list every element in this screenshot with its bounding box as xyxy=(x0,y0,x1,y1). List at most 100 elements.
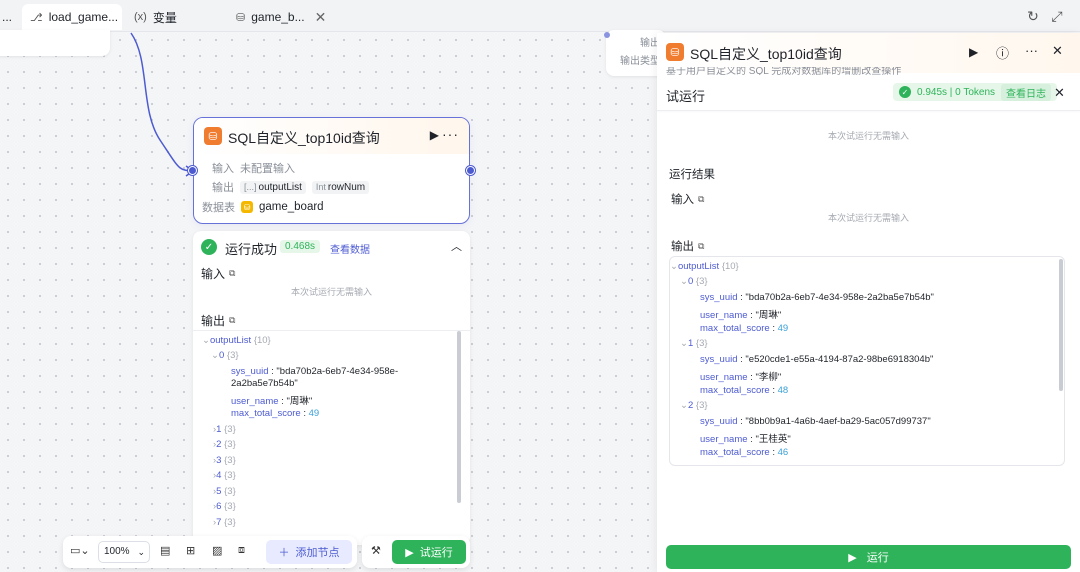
close-icon[interactable]: ✕ xyxy=(1054,85,1065,101)
view-data-link[interactable]: 查看数据 xyxy=(330,241,370,256)
tree-field-user-name: user_name : "周琳" xyxy=(231,396,313,407)
more-icon[interactable]: ··· xyxy=(1025,43,1038,58)
run-status: 运行成功 xyxy=(225,242,278,257)
section-label: 输出 xyxy=(671,241,694,253)
chevron-down-icon: ⌄ xyxy=(211,350,219,361)
run-stat: 0.945s | 0 Tokens xyxy=(917,86,996,98)
canvas-toolbar: ▭⌄ 100% ⌄ ▤ ⊞ ▨ ⧈ ＋ 添加节点 xyxy=(63,536,357,568)
tree-field-max-score: max_total_score : 49 xyxy=(700,323,789,334)
divider xyxy=(193,330,470,331)
copy-icon[interactable]: ⧉ xyxy=(229,268,235,279)
play-icon[interactable]: ▶ xyxy=(969,45,978,59)
tree-key: outputList xyxy=(209,335,252,346)
tree-field-user-name: user_name : "李柳" xyxy=(700,372,782,383)
image-icon[interactable]: ▨ xyxy=(212,544,222,557)
help-icon[interactable]: ⓘ xyxy=(996,43,1009,62)
result-output-section: 输出 ⧉ xyxy=(201,312,235,329)
field-value: "bda70b2a-6eb7-4e34-958e- xyxy=(276,366,399,377)
tree-item-1[interactable]: ›1 {3} xyxy=(213,424,236,435)
tree-field-max-score: max_total_score : 48 xyxy=(700,385,789,396)
tree-item-2[interactable]: ›2 {3} xyxy=(213,439,236,450)
tree-count: {10} xyxy=(253,335,271,346)
add-node-label: 添加节点 xyxy=(295,547,340,559)
test-run-panel: ⛁ SQL自定义_top10id查询 ▶ ⓘ ··· ✕ 基于用户自定义的 SQ… xyxy=(657,33,1080,572)
tree-field-sys-uuid: sys_uuid : "bda70b2a-6eb7-4e34-958e- xyxy=(231,366,399,377)
tree-root[interactable]: ⌄outputList {10} xyxy=(670,261,739,272)
copy-icon[interactable]: ⧉ xyxy=(698,194,704,205)
database-icon: ⛁ xyxy=(204,127,222,145)
field-value: 49 xyxy=(308,408,320,419)
tree-item-4[interactable]: ›4 {3} xyxy=(213,470,236,481)
screenshot-icon[interactable]: ⧈ xyxy=(238,544,245,557)
wrench-icon[interactable]: ⚒ xyxy=(371,544,381,557)
tree-field-sys-uuid: sys_uuid : "e520cde1-e55a-4194-87a2-98be… xyxy=(700,354,934,365)
copy-icon[interactable]: ⧉ xyxy=(698,241,704,252)
tree-root[interactable]: ⌄outputList {10} xyxy=(202,335,271,346)
field-value: "周琳" xyxy=(286,396,313,407)
output-label: 输出 xyxy=(212,182,234,194)
table-icon: ⛁ xyxy=(241,201,253,213)
tree-field-user-name: user_name : "王桂英" xyxy=(700,434,791,445)
duration-badge: 0.468s xyxy=(280,240,321,253)
tree-field-sys-uuid: sys_uuid : "bda70b2a-6eb7-4e34-958e-2a2b… xyxy=(700,292,934,303)
scrollbar[interactable] xyxy=(457,331,461,503)
tree-item-0[interactable]: ⌄0 {3} xyxy=(211,350,239,361)
output-port[interactable] xyxy=(466,166,475,175)
refresh-icon[interactable]: ↻ xyxy=(1024,7,1042,25)
section-label: 输入 xyxy=(671,194,694,206)
node-title: SQL自定义_top10id查询 xyxy=(228,130,380,146)
tree-item-5[interactable]: ›5 {3} xyxy=(213,486,236,497)
tree-field-sys-uuid-cont: 2a2ba5e7b54b" xyxy=(231,378,298,389)
field-value: 2a2ba5e7b54b" xyxy=(231,378,298,389)
sql-node[interactable]: ⛁ SQL自定义_top10id查询 ▶ ··· 输入 未配置输入 输出 [..… xyxy=(188,117,475,224)
run-button[interactable]: ▶ 运行 xyxy=(666,545,1071,569)
check-circle-icon: ✓ xyxy=(899,86,911,98)
plus-icon: ＋ xyxy=(278,547,290,559)
chevron-down-icon: ⌄ xyxy=(202,335,210,346)
panel-title: SQL自定义_top10id查询 xyxy=(690,46,842,62)
output-name: rowNum xyxy=(327,181,366,193)
node-input-row: 输入 未配置输入 xyxy=(212,160,295,176)
scrollbar[interactable] xyxy=(1059,259,1063,391)
run-toolbar: ⚒ ▶ 试运行 xyxy=(362,536,470,568)
table-value: game_board xyxy=(259,201,324,213)
tree-item-1[interactable]: ⌄1 {3} xyxy=(680,338,708,349)
output-type: Int xyxy=(315,182,326,192)
output-chip-outputlist: [...] outputList xyxy=(240,180,306,194)
input-label: 输入 xyxy=(212,163,234,175)
tree-item-2[interactable]: ⌄2 {3} xyxy=(680,400,708,411)
test-run-bar: 试运行 ✓ 0.945s | 0 Tokens 查看日志 ✕ xyxy=(657,75,1080,111)
tree-item-3[interactable]: ›3 {3} xyxy=(213,455,236,466)
input-value: 未配置输入 xyxy=(240,163,295,175)
minimap-icon[interactable]: ▭⌄ xyxy=(70,544,90,557)
input-port[interactable] xyxy=(188,166,197,175)
zoom-select[interactable]: 100% ⌄ xyxy=(98,541,150,563)
chevron-up-icon[interactable]: ︿ xyxy=(451,238,462,254)
more-icon[interactable]: ··· xyxy=(442,126,459,142)
tree-item-7[interactable]: ›7 {3} xyxy=(213,517,236,528)
layout-icon[interactable]: ⊞ xyxy=(186,544,195,557)
tree-field-user-name: user_name : "周琳" xyxy=(700,310,782,321)
copy-icon[interactable]: ⧉ xyxy=(229,315,235,326)
output-name: outputList xyxy=(258,181,302,193)
tree-item-6[interactable]: ›6 {3} xyxy=(213,501,236,512)
run-stat-chip: ✓ 0.945s | 0 Tokens 查看日志 xyxy=(893,83,1058,101)
node-output-row: 输出 [...] outputList Int rowNum xyxy=(212,179,370,195)
panel-input-section: 输入 ⧉ xyxy=(671,191,704,207)
no-input-note: 本次试运行无需输入 xyxy=(827,213,909,223)
run-result-card: ✓ 运行成功 0.468s 查看数据 ︿ 输入 ⧉ 本次试运行无需输入 输出 ⧉… xyxy=(193,231,470,545)
tree-item-0[interactable]: ⌄0 {3} xyxy=(680,276,708,287)
output-json-tree: ⌄outputList {10} ⌄0 {3} sys_uuid : "bda7… xyxy=(669,256,1065,466)
play-icon: ▶ xyxy=(848,551,857,564)
node-table-row: 数据表 ⛁ game_board xyxy=(202,199,324,215)
expand-icon[interactable]: ⤢ xyxy=(1048,7,1066,25)
close-icon[interactable]: ✕ xyxy=(1052,43,1063,59)
run-label: 运行 xyxy=(866,552,889,564)
view-log-button[interactable]: 查看日志 xyxy=(1001,83,1052,101)
comment-icon[interactable]: ▤ xyxy=(160,544,170,557)
trial-run-button[interactable]: ▶ 试运行 xyxy=(392,540,466,564)
play-icon[interactable]: ▶ xyxy=(430,128,439,142)
section-label: 输入 xyxy=(201,267,226,281)
add-node-button[interactable]: ＋ 添加节点 xyxy=(266,540,352,564)
table-label: 数据表 xyxy=(202,202,235,214)
